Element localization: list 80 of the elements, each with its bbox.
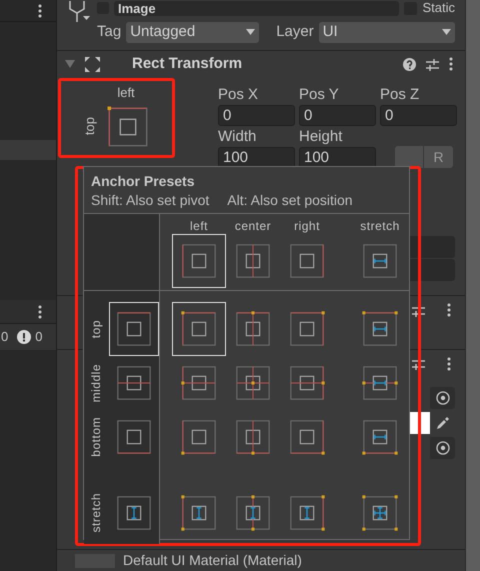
anchor-icon bbox=[115, 418, 153, 456]
anchor-icon bbox=[288, 494, 326, 532]
blueprint-button[interactable] bbox=[395, 146, 424, 168]
help-icon[interactable] bbox=[403, 58, 416, 70]
row-label: middle bbox=[88, 364, 104, 402]
component-header[interactable]: Rect Transform bbox=[57, 50, 465, 77]
number-field[interactable]: 0 bbox=[380, 105, 457, 126]
field-label: Pos X bbox=[218, 85, 260, 105]
anchor-icon bbox=[288, 364, 326, 402]
tag-dropdown[interactable]: Untagged bbox=[126, 22, 260, 42]
anchor-icon bbox=[234, 310, 272, 348]
row-label: bottom bbox=[88, 417, 104, 457]
row-label: stretch bbox=[88, 493, 104, 533]
layer-dropdown[interactable]: UI bbox=[318, 22, 455, 42]
layer-label: Layer bbox=[276, 22, 314, 42]
anchor-button[interactable] bbox=[106, 104, 150, 148]
hint-text: Shift: Also set pivot bbox=[91, 191, 210, 210]
anchor-icon bbox=[288, 242, 326, 280]
anchor-icon bbox=[361, 310, 399, 348]
field-label: Pos Z bbox=[380, 85, 420, 105]
number-field[interactable]: 100 bbox=[299, 147, 376, 168]
more-icon[interactable] bbox=[449, 57, 453, 71]
popup-title: Anchor Presets bbox=[91, 172, 196, 190]
more-icon[interactable] bbox=[447, 356, 451, 370]
name-field[interactable]: Image bbox=[114, 0, 400, 16]
anchor-icon bbox=[180, 310, 218, 348]
more-icon[interactable] bbox=[38, 304, 42, 318]
anchor-icon bbox=[288, 310, 326, 348]
anchor-preset-button[interactable] bbox=[109, 302, 159, 356]
anchor-icon bbox=[361, 418, 399, 456]
column-label: left bbox=[190, 218, 208, 234]
caret-icon bbox=[246, 29, 256, 35]
anchor-icon bbox=[180, 242, 218, 280]
anchor-icon bbox=[234, 418, 272, 456]
scrollbar[interactable] bbox=[466, 0, 480, 571]
column-label: stretch bbox=[360, 218, 400, 234]
anchor-icon bbox=[180, 418, 218, 456]
anchor-v-label: top bbox=[81, 117, 98, 136]
number-field[interactable]: 0 bbox=[218, 105, 295, 126]
hint-text: Alt: Also set position bbox=[227, 191, 353, 210]
anchor-icon bbox=[106, 104, 150, 148]
component-title: Rect Transform bbox=[132, 54, 244, 74]
anchor-icon bbox=[288, 418, 326, 456]
anchor-icon bbox=[234, 494, 272, 532]
count-label: 0 bbox=[35, 328, 42, 346]
field-label: Width bbox=[218, 127, 258, 147]
anchor-icon bbox=[234, 242, 272, 280]
anchor-icon bbox=[361, 364, 399, 402]
anchor-icon bbox=[180, 494, 218, 532]
target-icon[interactable] bbox=[436, 441, 450, 455]
static-label: Static bbox=[422, 0, 455, 18]
field-label: Pos Y bbox=[299, 85, 340, 105]
material-label: Default UI Material (Material) bbox=[123, 551, 302, 570]
tag-label: Tag bbox=[97, 22, 122, 42]
expand-arrow-icon[interactable] bbox=[65, 60, 75, 68]
number-field[interactable]: 100 bbox=[218, 147, 295, 168]
rect-transform-icon bbox=[85, 56, 100, 72]
field-label: Height bbox=[299, 127, 344, 147]
caret-icon bbox=[442, 29, 451, 35]
eyedropper-icon[interactable] bbox=[436, 416, 450, 430]
anchor-icon bbox=[115, 494, 153, 532]
more-icon[interactable] bbox=[447, 303, 451, 317]
anchor-preset-button[interactable] bbox=[172, 234, 226, 288]
warning-icon bbox=[17, 330, 32, 344]
column-label: center bbox=[234, 218, 272, 234]
anchor-icon bbox=[180, 364, 218, 402]
number-field[interactable]: 0 bbox=[299, 105, 376, 126]
sliders-icon[interactable] bbox=[426, 58, 439, 70]
row-label: top bbox=[88, 320, 104, 338]
anchor-icon bbox=[361, 494, 399, 532]
anchor-icon bbox=[115, 310, 153, 348]
more-icon[interactable] bbox=[38, 4, 42, 18]
anchor-icon bbox=[115, 364, 153, 402]
target-icon[interactable] bbox=[436, 391, 450, 405]
anchor-icon bbox=[361, 242, 399, 280]
count-label: 0 bbox=[0, 328, 10, 346]
anchor-preset-button[interactable] bbox=[172, 302, 226, 356]
anchor-h-label: left bbox=[117, 84, 135, 102]
anchor-icon bbox=[234, 364, 272, 402]
column-label: right bbox=[294, 218, 320, 234]
